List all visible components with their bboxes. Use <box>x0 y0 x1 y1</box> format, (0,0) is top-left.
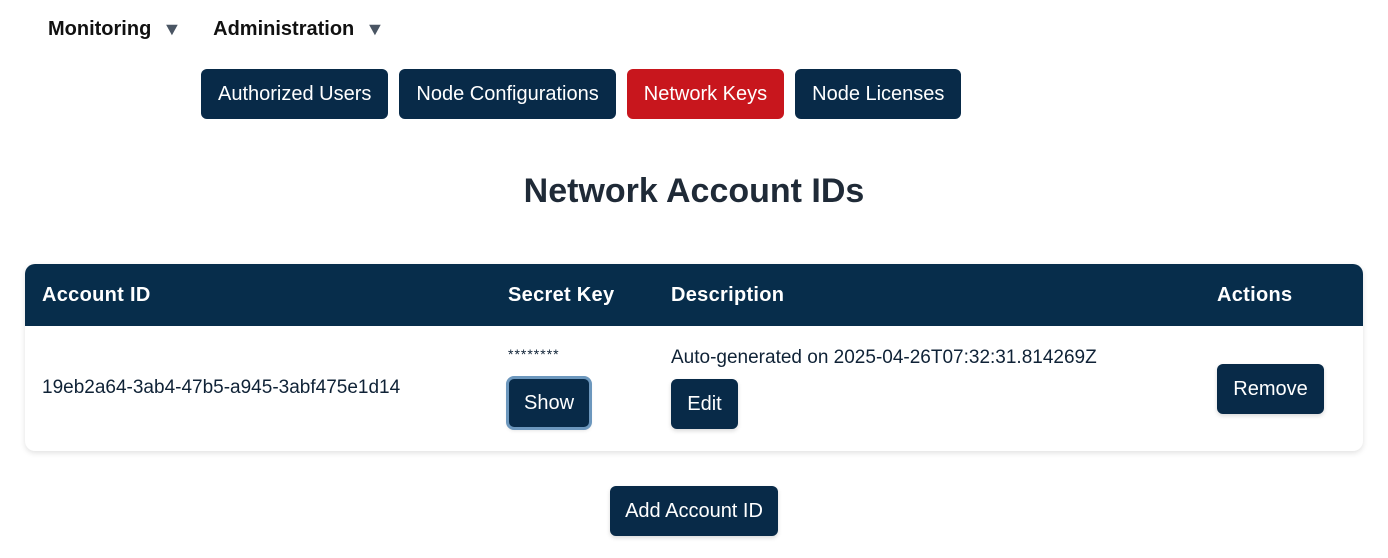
tab-node-configurations[interactable]: Node Configurations <box>399 69 616 119</box>
nav-monitoring-label: Monitoring <box>48 18 152 40</box>
header-description: Description <box>671 284 785 306</box>
dropdown-caret-icon: ▼ <box>162 19 183 39</box>
header-secret-key: Secret Key <box>508 284 615 306</box>
add-account-id-button[interactable]: Add Account ID <box>610 486 778 536</box>
table-header: Account ID Secret Key Description Action… <box>25 264 1363 326</box>
show-secret-button[interactable]: Show <box>506 376 592 430</box>
top-navigation: Monitoring ▼ Administration ▼ <box>48 18 416 41</box>
account-ids-table: Account ID Secret Key Description Action… <box>25 264 1363 451</box>
header-actions: Actions <box>1217 284 1293 306</box>
remove-account-button[interactable]: Remove <box>1217 364 1324 414</box>
admin-tabs: Authorized Users Node Configurations Net… <box>201 69 972 119</box>
account-id-value: 19eb2a64-3ab4-47b5-a945-3abf475e1d14 <box>42 377 401 398</box>
page-title: Network Account IDs <box>523 172 865 210</box>
description-value: Auto-generated on 2025-04-26T07:32:31.81… <box>671 347 1097 368</box>
edit-description-button[interactable]: Edit <box>671 379 738 429</box>
nav-administration-menu[interactable]: Administration ▼ <box>213 18 385 41</box>
nav-administration-label: Administration <box>213 18 355 40</box>
table-row: 19eb2a64-3ab4-47b5-a945-3abf475e1d14 ***… <box>25 326 1363 451</box>
tab-node-licenses[interactable]: Node Licenses <box>795 69 962 119</box>
secret-key-masked: ******** <box>508 346 560 362</box>
nav-monitoring-menu[interactable]: Monitoring ▼ <box>48 18 183 41</box>
dropdown-caret-icon: ▼ <box>365 19 385 39</box>
tab-network-keys[interactable]: Network Keys <box>626 69 785 119</box>
tab-authorized-users[interactable]: Authorized Users <box>201 69 389 119</box>
header-account-id: Account ID <box>42 284 151 306</box>
